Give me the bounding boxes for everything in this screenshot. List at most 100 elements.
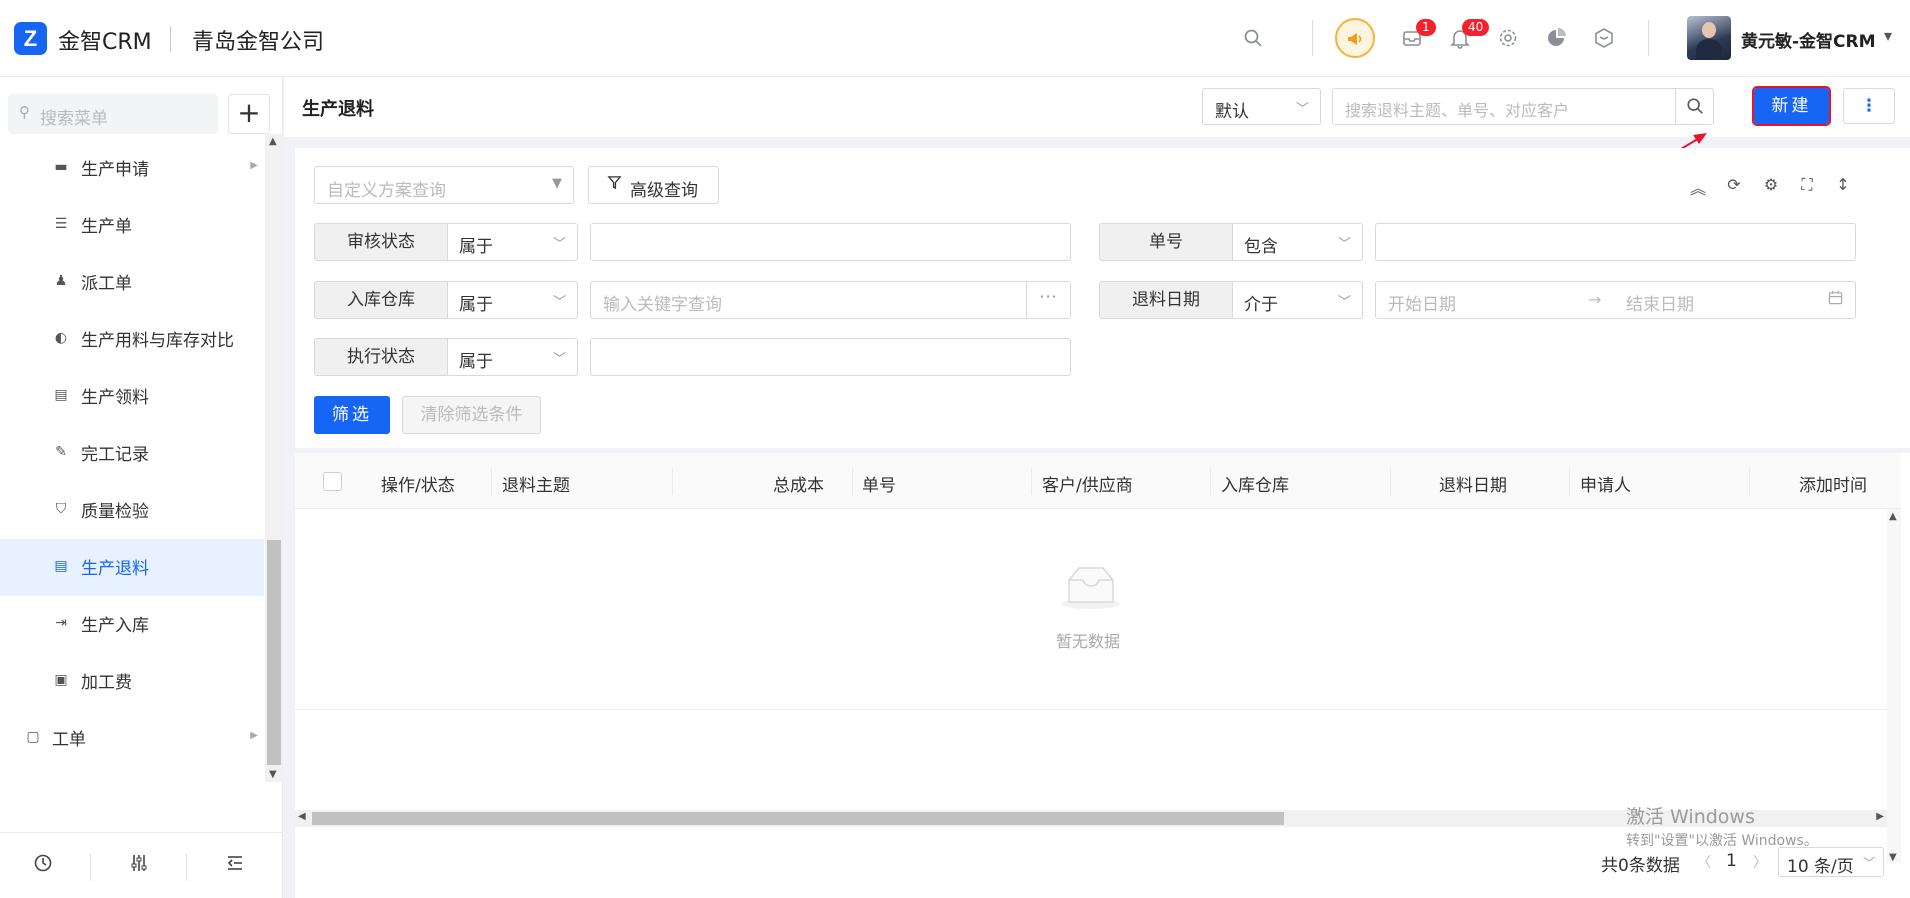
cube-icon[interactable] [1590,24,1618,52]
select-all-checkbox[interactable] [323,472,342,491]
column-header-applicant[interactable]: 申请人 [1580,471,1631,496]
more-options-button[interactable]: ⋮ [1843,88,1895,124]
filter-operator-review-status[interactable]: 属于 ﹀ [447,223,578,261]
sidebar-item-processing-fee[interactable]: ▣ 加工费 [0,653,264,710]
sidebar-footer [0,832,283,898]
sidebar-item-material-return[interactable]: ▤ 生产退料 [0,539,264,596]
chevron-left-icon[interactable]: 〈 [1697,852,1711,872]
column-header-subject[interactable]: 退料主题 [502,471,570,496]
row-height-icon[interactable]: ↕ [1833,175,1853,194]
announcement-icon[interactable] [1335,18,1375,58]
scroll-down-icon[interactable]: ▼ [1889,852,1897,863]
chevron-right-icon[interactable]: 〉 [1753,852,1767,872]
search-icon[interactable] [1239,24,1267,52]
search-icon: ⚲ [19,103,30,121]
column-header-customer[interactable]: 客户/供应商 [1042,471,1133,496]
scroll-up-icon[interactable]: ▲ [269,136,277,147]
sidebar-item-label: 生产退料 [81,559,149,579]
advanced-query-button[interactable]: 高级查询 [588,166,719,204]
filter-label-exec-status: 执行状态 [314,338,448,376]
sidebar-item-production-request[interactable]: ▬ 生产申请 ▶ [0,160,264,197]
calendar-icon [1828,290,1843,309]
scroll-up-icon[interactable]: ▲ [1889,511,1897,522]
gear-icon[interactable] [1494,24,1522,52]
chevron-down-icon: ﹀ [1337,237,1351,252]
column-divider [1210,467,1211,495]
sidebar-item-production-inbound[interactable]: ⇥ 生产入库 [0,596,264,653]
view-select[interactable]: 默认 ﹀ [1202,88,1321,125]
more-dots-icon[interactable]: ··· [1026,282,1070,318]
sidebar-item-quality-inspection[interactable]: ⛉ 质量检验 [0,482,264,539]
page-size-select[interactable]: 10 条/页 ﹀ [1778,847,1884,877]
search-icon[interactable] [1675,89,1713,124]
filter-input-review-status[interactable] [590,223,1071,261]
shield-icon: ⛉ [55,501,67,517]
fullscreen-icon[interactable]: ⛶ [1797,175,1817,195]
column-header-return-date[interactable]: 退料日期 [1439,471,1507,496]
sidebar-item-material-compare[interactable]: ◐ 生产用料与库存对比 [0,311,264,368]
sidebar-item-label: 生产用料与库存对比 [81,331,234,351]
scroll-down-icon[interactable]: ▼ [269,769,277,780]
caret-down-icon: ▼ [552,176,562,191]
sidebar-item-market[interactable]: ▯ 市场 ▶ [0,767,264,782]
sidebar-item-material-requisition[interactable]: ▤ 生产领料 [0,368,264,425]
pie-chart-icon[interactable] [1542,24,1570,52]
column-divider [1569,467,1570,495]
record-search-input[interactable]: 搜索退料主题、单号、对应客户 [1332,88,1714,125]
end-date-placeholder: 结束日期 [1626,295,1694,315]
footer-divider [90,853,91,881]
column-header-total-cost[interactable]: 总成本 [773,471,824,496]
column-divider [1031,467,1032,495]
avatar[interactable] [1687,16,1731,60]
filter-operator-order-no[interactable]: 包含 ﹀ [1232,223,1363,261]
operator-value: 包含 [1244,237,1278,257]
menu-search-input[interactable]: ⚲ 搜索菜单 [8,94,218,134]
scrollbar-thumb[interactable] [312,812,1284,825]
sidebar-item-completion-record[interactable]: ✎ 完工记录 [0,425,264,482]
collapse-up-icon[interactable]: ︽ [1688,175,1708,199]
new-button[interactable]: 新建 [1752,86,1831,126]
scrollbar-thumb[interactable] [267,540,281,765]
sidebar-scrollbar[interactable]: ▲ ▼ [265,134,283,782]
ticket-icon: ▢ [26,729,40,745]
chevron-down-icon[interactable]: ▾ [1884,26,1892,45]
operator-value: 属于 [459,352,493,372]
scroll-right-icon[interactable]: ▶ [1876,811,1884,822]
filter-button[interactable]: 筛选 [314,396,390,434]
filter-icon [607,175,622,194]
filter-input-exec-status[interactable] [590,338,1071,376]
column-header-warehouse[interactable]: 入库仓库 [1221,471,1289,496]
sidebar-item-label: 生产入库 [81,616,149,636]
filter-operator-return-date[interactable]: 介于 ﹀ [1232,281,1363,319]
clear-filter-button[interactable]: 清除筛选条件 [402,396,541,434]
scheme-select[interactable]: 自定义方案查询 ▼ [314,166,574,204]
settings-icon[interactable]: ⚙ [1761,175,1781,194]
collapse-menu-icon[interactable] [220,853,250,878]
table-vertical-scrollbar[interactable]: ▲ ▼ [1887,509,1901,863]
refresh-icon[interactable]: ⟳ [1724,175,1744,194]
arrow-right-icon: → [1588,290,1602,309]
date-range-picker[interactable]: 开始日期 → 结束日期 [1375,281,1856,319]
table-bottom-border [295,709,1887,710]
column-header-created-time[interactable]: 添加时间 [1799,471,1867,496]
user-name[interactable]: 黄元敏-金智CRM [1741,27,1876,52]
add-menu-button[interactable]: + [228,94,270,134]
chevron-down-icon: ﹀ [552,237,566,252]
sidebar-item-work-order[interactable]: ▢ 工单 ▶ [0,710,264,767]
filter-operator-exec-status[interactable]: 属于 ﹀ [447,338,578,376]
sidebar-item-dispatch-order[interactable]: ♟ 派工单 [0,254,264,311]
history-icon[interactable] [28,853,58,878]
scroll-left-icon[interactable]: ◀ [298,811,306,822]
header-divider [1312,20,1313,56]
filter-input-warehouse[interactable]: 输入关键字查询 ··· [590,281,1071,319]
filter-input-order-no[interactable] [1375,223,1856,261]
column-header-order-no[interactable]: 单号 [862,471,896,496]
sliders-icon[interactable] [124,853,154,878]
company-name: 青岛金智公司 [192,30,325,55]
windows-activation-hint: 转到"设置"以激活 Windows。 [1626,833,1818,849]
pager-current-page[interactable]: 1 [1726,851,1737,871]
chevron-down-icon: ﹀ [1337,295,1351,310]
filter-operator-warehouse[interactable]: 属于 ﹀ [447,281,578,319]
sidebar-item-production-order[interactable]: ☰ 生产单 [0,197,264,254]
column-header-action[interactable]: 操作/状态 [381,471,455,496]
